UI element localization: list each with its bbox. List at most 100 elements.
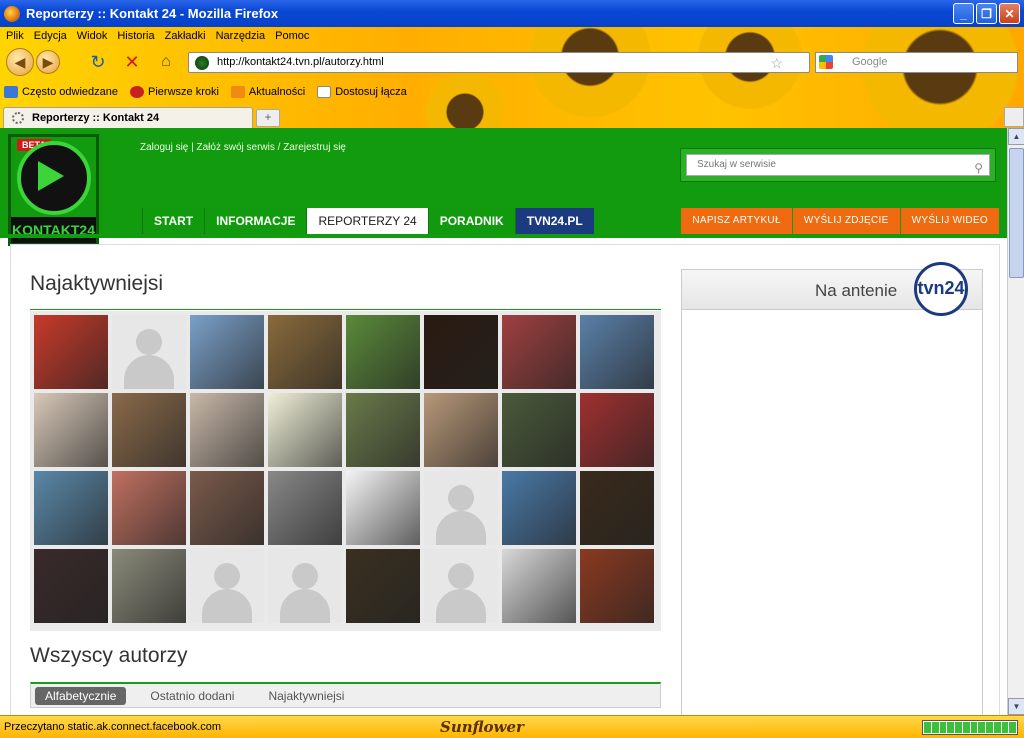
back-button[interactable]: ◀ — [6, 48, 34, 76]
avatar[interactable] — [34, 549, 108, 623]
tab-bar: Reporterzy :: Kontakt 24 + — [0, 105, 1024, 128]
menu-view[interactable]: Widok — [77, 30, 108, 42]
avatar[interactable] — [112, 471, 186, 545]
navigation-toolbar: ◀ ▶ ↻ ✕ ⌂ http://kontakt24.tvn.pl/autorz… — [0, 46, 1024, 78]
header-divider — [0, 234, 1007, 238]
search-bar[interactable]: Google — [815, 52, 1018, 73]
avatar[interactable] — [112, 393, 186, 467]
avatar[interactable] — [580, 549, 654, 623]
kontakt24-logo[interactable]: BETA KONTAKT24 — [8, 134, 99, 246]
minimize-button[interactable]: _ — [953, 3, 974, 24]
tvn24-logo[interactable]: tvn24 — [914, 262, 968, 316]
auth-links[interactable]: Zaloguj się | Załóż swój serwis / Zareje… — [140, 142, 346, 153]
stop-icon[interactable]: ✕ — [120, 50, 144, 74]
send-photo-button[interactable]: WYŚLIJ ZDJĘCIE — [792, 208, 900, 234]
site-search-input[interactable]: Szukaj w serwisie ⚲ — [686, 154, 990, 176]
home-icon[interactable]: ⌂ — [154, 50, 178, 74]
logo-name: KONTAKT24 — [11, 217, 96, 243]
scroll-down-icon[interactable]: ▼ — [1008, 698, 1024, 715]
menu-help[interactable]: Pomoc — [275, 30, 309, 42]
avatar[interactable] — [502, 471, 576, 545]
tab-active[interactable]: Reporterzy :: Kontakt 24 — [3, 107, 253, 128]
nav-start[interactable]: START — [142, 208, 205, 234]
avatar-placeholder[interactable] — [424, 549, 498, 623]
send-video-button[interactable]: WYŚLIJ WIDEO — [900, 208, 999, 234]
nav-poradnik[interactable]: PORADNIK — [427, 208, 515, 234]
section-rule — [30, 309, 661, 310]
avatar[interactable] — [268, 393, 342, 467]
page-content: BETA KONTAKT24 Zaloguj się | Załóż swój … — [0, 128, 1007, 715]
new-tab-button[interactable]: + — [256, 109, 280, 127]
avatar[interactable] — [346, 471, 420, 545]
site-search: Szukaj w serwisie ⚲ — [680, 148, 996, 182]
bookmark-star-icon[interactable]: ☆ — [770, 54, 783, 73]
menu-bookmarks[interactable]: Zakładki — [165, 30, 206, 42]
avatar-placeholder[interactable] — [190, 549, 264, 623]
bookmark-icon — [4, 86, 18, 99]
menu-edit[interactable]: Edycja — [34, 30, 67, 42]
filter-alphabetical[interactable]: Alfabetycznie — [35, 686, 127, 705]
play-icon — [38, 161, 64, 191]
address-bar[interactable]: http://kontakt24.tvn.pl/autorzy.html ☆ — [188, 52, 810, 73]
bookmarks-toolbar: Często odwiedzane Pierwsze kroki Aktualn… — [0, 82, 407, 102]
action-buttons: NAPISZ ARTYKUŁ WYŚLIJ ZDJĘCIE WYŚLIJ WID… — [681, 208, 999, 234]
filter-recent[interactable]: Ostatnio dodani — [140, 687, 244, 705]
bookmark-getting-started[interactable]: Pierwsze kroki — [130, 86, 219, 99]
avatar[interactable] — [190, 471, 264, 545]
avatar[interactable] — [268, 315, 342, 389]
vertical-scrollbar[interactable]: ▲ ▼ — [1007, 128, 1024, 715]
avatar[interactable] — [580, 315, 654, 389]
all-authors-title: Wszyscy autorzy — [30, 644, 188, 667]
reload-icon[interactable]: ↻ — [86, 50, 110, 74]
filter-most-active[interactable]: Najaktywniejsi — [258, 687, 354, 705]
avatar[interactable] — [424, 393, 498, 467]
avatar[interactable] — [346, 549, 420, 623]
maximize-button[interactable]: ❐ — [976, 3, 997, 24]
avatar-placeholder[interactable] — [268, 549, 342, 623]
nav-informacje[interactable]: INFORMACJE — [204, 208, 307, 234]
avatar[interactable] — [34, 315, 108, 389]
google-icon[interactable] — [819, 55, 833, 69]
avatar[interactable] — [190, 315, 264, 389]
avatar[interactable] — [112, 549, 186, 623]
on-air-header: Na antenie tvn24 — [682, 262, 982, 316]
avatar[interactable] — [502, 393, 576, 467]
forward-button[interactable]: ▶ — [36, 50, 60, 74]
url-text: http://kontakt24.tvn.pl/autorzy.html — [217, 56, 384, 68]
search-icon[interactable]: ⚲ — [974, 158, 983, 178]
page-icon — [317, 86, 332, 99]
avatar[interactable] — [190, 393, 264, 467]
bookmark-customize[interactable]: Dostosuj łącza — [317, 86, 407, 99]
avatar[interactable] — [502, 549, 576, 623]
avatar-placeholder[interactable] — [112, 315, 186, 389]
avatar[interactable] — [346, 393, 420, 467]
avatar-placeholder[interactable] — [424, 471, 498, 545]
avatar[interactable] — [34, 393, 108, 467]
bookmark-news[interactable]: Aktualności — [230, 86, 305, 99]
avatar[interactable] — [424, 315, 498, 389]
menu-tools[interactable]: Narzędzia — [216, 30, 266, 42]
scroll-up-icon[interactable]: ▲ — [1008, 128, 1024, 145]
tab-list-button[interactable] — [1004, 107, 1024, 127]
menu-history[interactable]: Historia — [117, 30, 154, 42]
site-identity-icon[interactable] — [195, 56, 209, 70]
close-button[interactable]: ✕ — [999, 3, 1020, 24]
write-article-button[interactable]: NAPISZ ARTYKUŁ — [681, 208, 792, 234]
nav-reporterzy[interactable]: REPORTERZY 24 — [306, 208, 428, 234]
avatar[interactable] — [34, 471, 108, 545]
firefox-bookmark-icon — [130, 86, 145, 99]
bookmark-most-visited[interactable]: Często odwiedzane — [4, 86, 118, 99]
nav-tvn24[interactable]: TVN24.PL — [514, 208, 594, 234]
avatar[interactable] — [580, 393, 654, 467]
title-bar: Reporterzy :: Kontakt 24 - Mozilla Firef… — [0, 0, 1024, 27]
on-air-panel: Na antenie tvn24 — [681, 262, 983, 715]
avatar[interactable] — [580, 471, 654, 545]
avatar[interactable] — [502, 315, 576, 389]
menu-file[interactable]: Plik — [6, 30, 24, 42]
scroll-thumb[interactable] — [1009, 148, 1024, 278]
author-filter-bar: Alfabetycznie Ostatnio dodani Najaktywni… — [30, 682, 661, 708]
avatar[interactable] — [346, 315, 420, 389]
window-title: Reporterzy :: Kontakt 24 - Mozilla Firef… — [26, 6, 279, 21]
avatar[interactable] — [268, 471, 342, 545]
loading-icon — [12, 112, 24, 124]
